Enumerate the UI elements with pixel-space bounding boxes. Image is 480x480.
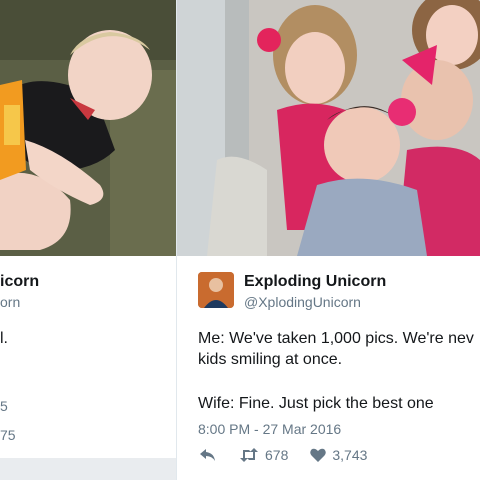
tweet-text-line-2: kids smiling at once.: [198, 351, 343, 368]
tweet-handle-fragment[interactable]: orn: [0, 294, 20, 310]
like-button[interactable]: 3,743: [310, 447, 367, 463]
sleeping-toddler-image: [0, 0, 176, 256]
tweet-photo-sleeping-toddler[interactable]: [0, 0, 176, 256]
avatar-image: [198, 272, 234, 308]
reply-button[interactable]: [199, 448, 217, 462]
avatar[interactable]: [198, 272, 234, 308]
tweet-card-left: icorn orn l. 5 75: [0, 0, 177, 480]
reply-icon: [199, 448, 217, 462]
like-count: 3,743: [332, 447, 368, 463]
tweet-text-fragment: l.: [0, 330, 8, 347]
tweet-meta-fragment-1: 5: [0, 398, 8, 414]
tweet-text-line-3: Wife: Fine. Just pick the best one: [198, 395, 434, 412]
tweet-photo-kids[interactable]: [177, 0, 480, 256]
retweet-button[interactable]: 678: [239, 447, 288, 463]
card-gap: [0, 458, 176, 480]
tweet-display-name[interactable]: Exploding Unicorn: [244, 273, 386, 291]
retweet-count: 678: [265, 447, 289, 463]
tweet-timestamp[interactable]: 8:00 PM - 27 Mar 2016: [198, 421, 341, 437]
kids-photo-image: [177, 0, 480, 256]
tweet-actions: 678 3,743: [199, 447, 389, 463]
tweet-meta-fragment-2: 75: [0, 427, 16, 443]
tweet-handle[interactable]: @XplodingUnicorn: [244, 294, 361, 310]
tweet-display-name-fragment[interactable]: icorn: [0, 273, 39, 291]
tweet-card-right: Exploding Unicorn @XplodingUnicorn Me: W…: [177, 0, 480, 480]
tweet-text-line-1: Me: We've taken 1,000 pics. We're nev: [198, 330, 474, 347]
heart-icon: [310, 448, 327, 462]
retweet-icon: [239, 448, 259, 462]
